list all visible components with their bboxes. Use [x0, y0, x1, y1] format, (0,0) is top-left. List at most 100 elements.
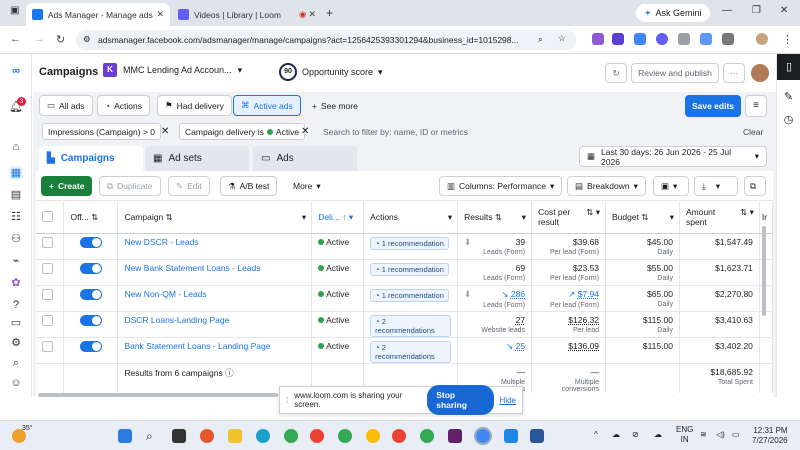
opportunity-score[interactable]: 90 Opportunity score ▾ [279, 63, 383, 81]
column-campaign[interactable]: Campaign ⇅ ▾ [117, 202, 313, 234]
row-checkbox[interactable] [42, 262, 53, 274]
history-clock-icon[interactable]: ◷ [777, 113, 800, 126]
recommendation-badge[interactable]: ◔ 2 recommendations [370, 340, 452, 363]
recommendation-badge[interactable]: ◔ 1 recommendation [370, 236, 449, 250]
url-field[interactable]: ⚙ adsmanager.facebook.com/adsmanager/man… [76, 30, 576, 50]
create-button[interactable]: + Create [41, 176, 93, 196]
campaign-toggle[interactable] [79, 314, 102, 326]
table-row[interactable]: DSCR Loans-Landing Page Active ◔ 2 recom… [36, 311, 774, 338]
sort-icon[interactable]: ⇅ ▾ [740, 207, 754, 218]
extension-icon[interactable] [700, 33, 712, 45]
file-explorer-icon[interactable] [228, 429, 242, 443]
pages-icon[interactable]: ▤ [9, 188, 23, 202]
extension-pen-icon[interactable] [592, 33, 604, 45]
row-checkbox[interactable] [42, 288, 53, 300]
zoom-icon[interactable]: ⌕ [538, 34, 543, 45]
bookmark-star-icon[interactable]: ☆ [558, 33, 566, 44]
account-selector[interactable]: K MMC Lending Ad Accoun... ▾ [103, 63, 242, 77]
campaign-name-link[interactable]: New Bank Statement Loans - Leads [124, 263, 260, 273]
date-range-picker[interactable]: ▦ Last 30 days: 26 Jun 2026 - 25 Jul 202… [579, 146, 767, 167]
campaign-toggle[interactable] [79, 236, 102, 248]
extension-icon[interactable] [678, 33, 690, 45]
tray-icon[interactable]: ☁ [612, 430, 620, 439]
taskbar-search-icon[interactable]: ⌕ [146, 429, 160, 443]
save-edits-button[interactable]: Save edits [685, 95, 741, 117]
column-off-on[interactable]: Off... ⇅ [63, 202, 119, 234]
loom-extension-icon[interactable] [656, 33, 668, 45]
filter-actions[interactable]: ◔ Actions [97, 95, 151, 116]
task-view-icon[interactable] [172, 429, 186, 443]
profile-icon[interactable] [756, 33, 768, 45]
avatar[interactable] [751, 64, 769, 82]
sort-icon[interactable]: ⇅ [641, 212, 648, 222]
select-all-checkbox-cell[interactable] [36, 202, 65, 234]
tray-icon[interactable]: ☁ [654, 430, 662, 439]
column-actions[interactable]: Actions ▾ [363, 202, 459, 234]
horizontal-scrollbar[interactable] [38, 393, 278, 397]
chrome-icon[interactable] [338, 429, 352, 443]
windows-start-icon[interactable] [118, 429, 132, 443]
campaign-name-link[interactable]: New Non-QM - Leads [124, 289, 206, 299]
chrome-icon[interactable] [366, 429, 380, 443]
forward-icon[interactable]: → [34, 33, 45, 45]
sort-icon[interactable]: ⇅ [166, 212, 173, 222]
filter-all-ads[interactable]: ▭ All ads [39, 95, 93, 116]
ab-test-button[interactable]: ⚗ A/B test [220, 176, 278, 196]
more-button[interactable]: More ▾ [286, 176, 328, 196]
campaigns-table-icon[interactable]: ▦ [9, 166, 23, 180]
wifi-icon[interactable]: ≋ [700, 430, 707, 439]
slack-icon[interactable] [448, 429, 462, 443]
refresh-button[interactable]: ↻ [605, 63, 627, 83]
tab-campaigns[interactable]: ▙ Campaigns [39, 146, 143, 171]
chevron-down-icon[interactable]: ▾ [522, 212, 526, 223]
filter-had-delivery[interactable]: ⚑ Had delivery [157, 95, 232, 116]
campaign-toggle[interactable] [79, 288, 102, 300]
filter-settings-button[interactable]: ≡ [745, 95, 767, 117]
campaign-toggle[interactable] [79, 340, 102, 352]
volume-icon[interactable]: ◁) [716, 430, 725, 439]
search-icon[interactable]: ⌕ [9, 356, 23, 370]
new-tab-button[interactable]: + [326, 6, 333, 20]
remove-filter-icon[interactable]: ✕ [301, 126, 309, 137]
stop-sharing-button[interactable]: Stop sharing [427, 385, 494, 415]
tab-ad-sets[interactable]: ▦ Ad sets [145, 146, 249, 171]
filter-chip-impressions[interactable]: Impressions (Campaign) > 0 [42, 123, 162, 140]
filter-active-ads[interactable]: ⌘ Active ads [233, 95, 301, 116]
battery-icon[interactable]: ▭ [732, 430, 740, 439]
duplicate-button[interactable]: ⧉ Duplicate [99, 176, 161, 196]
meta-logo-icon[interactable]: ∞ [9, 64, 23, 78]
review-publish-button[interactable]: Review and publish [631, 63, 719, 83]
see-more-button[interactable]: + See more [305, 95, 365, 116]
chevron-down-icon[interactable]: ▾ [302, 212, 306, 223]
restore-icon[interactable]: ❐ [752, 5, 761, 16]
remove-filter-icon[interactable]: ✕ [161, 126, 169, 137]
back-icon[interactable]: ← [10, 33, 21, 45]
device-icon[interactable]: ▯ [777, 54, 800, 80]
reload-icon[interactable]: ↻ [56, 33, 65, 46]
sort-icon[interactable]: ⇅ [91, 212, 98, 222]
recommendation-badge[interactable]: ◔ 2 recommendations [370, 314, 452, 337]
chrome-icon[interactable] [392, 429, 406, 443]
recommendation-badge[interactable]: ◔ 1 recommendation [370, 262, 449, 276]
browser-tab-loom[interactable]: Videos | Library | Loom ◉ ✕ [172, 3, 322, 26]
taskbar-clock[interactable]: 12:31 PM 7/27/2026 [752, 426, 788, 446]
settings-gear-icon[interactable]: ⚙ [9, 336, 23, 350]
chrome-icon[interactable] [284, 429, 298, 443]
extension-icon[interactable] [634, 33, 646, 45]
extension-icon[interactable] [612, 33, 624, 45]
column-cost-per-result[interactable]: Cost per result ⇅ ▾ [531, 202, 607, 234]
export-button[interactable]: ⤓ ▾ [694, 176, 738, 196]
help-icon[interactable]: ? [9, 298, 23, 312]
sort-icon[interactable]: ⇅ ▾ [586, 207, 600, 218]
table-row[interactable]: New DSCR - Leads Active ◔ 1 recommendati… [36, 233, 774, 260]
tray-icon[interactable]: ⊘ [632, 430, 639, 439]
row-checkbox[interactable] [42, 314, 53, 326]
column-budget[interactable]: Budget ⇅ ▾ [605, 202, 680, 234]
chevron-down-icon[interactable]: ▾ [349, 212, 353, 222]
clear-filters-button[interactable]: Clear [743, 127, 763, 137]
vertical-scrollbar[interactable] [762, 226, 766, 316]
apps-flower-icon[interactable]: ✿ [9, 276, 23, 290]
row-checkbox[interactable] [42, 340, 53, 352]
drag-handle-icon[interactable]: ⁞ [286, 396, 288, 405]
campaign-name-link[interactable]: Bank Statement Loans - Landing Page [124, 341, 270, 351]
